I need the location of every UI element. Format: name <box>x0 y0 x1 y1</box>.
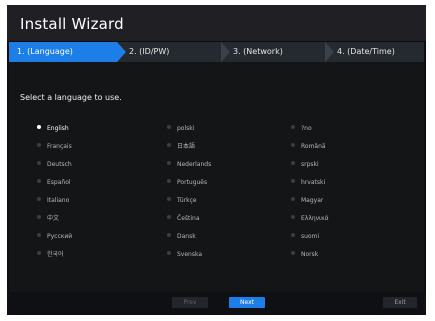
next-button[interactable]: Next <box>229 297 265 308</box>
prev-button[interactable]: Prev <box>172 297 208 308</box>
step-language: 1. (Language) <box>9 42 126 62</box>
radio-icon <box>167 251 171 255</box>
radio-icon <box>291 161 295 165</box>
radio-icon <box>167 161 171 165</box>
language-option[interactable]: Svenska <box>167 248 202 262</box>
radio-icon <box>291 251 295 255</box>
language-option[interactable]: English <box>37 122 69 136</box>
radio-icon <box>37 233 41 237</box>
language-option[interactable]: hrvatski <box>291 176 325 190</box>
language-option[interactable]: srpski <box>291 158 319 172</box>
language-option[interactable]: Türkçe <box>167 194 197 208</box>
language-option[interactable]: 中文 <box>37 212 59 226</box>
radio-selected-icon <box>37 125 41 129</box>
radio-icon <box>291 179 295 183</box>
language-option[interactable]: Русский <box>37 230 72 244</box>
language-option[interactable]: ?no <box>291 122 312 136</box>
exit-button[interactable]: Exit <box>383 297 417 308</box>
language-option[interactable]: Nederlands <box>167 158 211 172</box>
radio-icon <box>167 233 171 237</box>
wizard-steps-bar: 1. (Language) 2. (ID/PW) 3. (Network) 4.… <box>9 42 424 62</box>
language-option[interactable]: Dansk <box>167 230 196 244</box>
radio-icon <box>167 215 171 219</box>
language-option[interactable]: 日本語 <box>167 140 195 154</box>
language-panel: Select a language to use. English polski… <box>9 62 424 292</box>
step-network-label: 3. (Network) <box>233 47 283 56</box>
wizard-footer: Prev Next Exit <box>7 292 426 315</box>
language-option[interactable]: Čeština <box>167 212 200 226</box>
step-date-time-label: 4. (Date/Time) <box>337 47 395 56</box>
radio-icon <box>37 197 41 201</box>
language-option[interactable]: Norsk <box>291 248 318 262</box>
radio-icon <box>37 251 41 255</box>
language-option[interactable]: suomi <box>291 230 319 244</box>
step-id-pw: 2. (ID/PW) <box>121 42 230 62</box>
radio-icon <box>291 125 295 129</box>
language-option[interactable]: Italiano <box>37 194 69 208</box>
step-network: 3. (Network) <box>225 42 334 62</box>
install-wizard-window: Install Wizard 1. (Language) 2. (ID/PW) … <box>7 5 426 315</box>
radio-icon <box>291 197 295 201</box>
step-date-time: 4. (Date/Time) <box>329 42 424 62</box>
language-option[interactable]: 한국어 <box>37 248 64 262</box>
step-language-label: 1. (Language) <box>17 47 73 56</box>
radio-icon <box>167 179 171 183</box>
language-option[interactable]: Magyar <box>291 194 323 208</box>
language-option[interactable]: polski <box>167 122 194 136</box>
language-option[interactable]: Ελληνικά <box>291 212 329 226</box>
radio-icon <box>291 143 295 147</box>
radio-icon <box>37 179 41 183</box>
language-option[interactable]: Español <box>37 176 71 190</box>
radio-icon <box>37 143 41 147</box>
radio-icon <box>291 233 295 237</box>
radio-icon <box>167 143 171 147</box>
title-bar: Install Wizard <box>7 5 426 41</box>
radio-icon <box>291 215 295 219</box>
language-option[interactable]: Deutsch <box>37 158 72 172</box>
language-option[interactable]: Français <box>37 140 72 154</box>
language-prompt: Select a language to use. <box>20 93 122 102</box>
language-option[interactable]: Português <box>167 176 207 190</box>
radio-icon <box>37 161 41 165</box>
radio-icon <box>167 197 171 201</box>
radio-icon <box>37 215 41 219</box>
window-title: Install Wizard <box>20 15 124 33</box>
step-id-pw-label: 2. (ID/PW) <box>129 47 170 56</box>
language-grid: English polski ?no Français 日本語 Română D… <box>9 122 424 282</box>
language-option[interactable]: Română <box>291 140 326 154</box>
radio-icon <box>167 125 171 129</box>
